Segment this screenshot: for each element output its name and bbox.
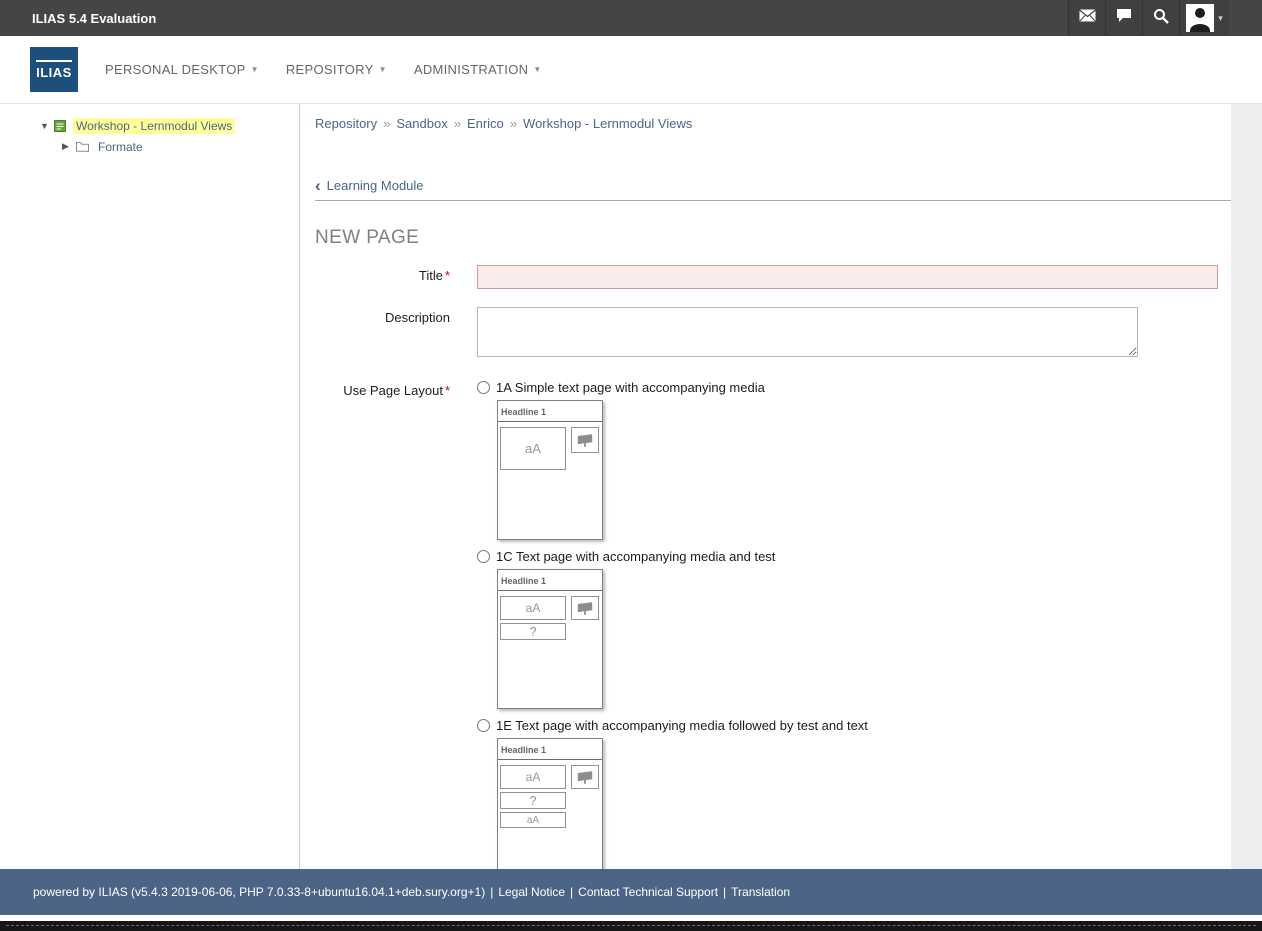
chat-icon xyxy=(1116,8,1132,28)
nav-label: ADMINISTRATION xyxy=(414,62,528,77)
layout-radio-1c[interactable] xyxy=(477,550,490,563)
chevron-down-icon: ▼ xyxy=(533,65,541,74)
nav-repository[interactable]: REPOSITORY ▼ xyxy=(286,62,387,77)
new-page-form: Title* Description xyxy=(315,265,1231,869)
app-title: ILIAS 5.4 Evaluation xyxy=(32,11,156,26)
ilias-logo-text: ILIAS xyxy=(36,60,72,80)
search-icon xyxy=(1153,8,1169,29)
footer-separator: | xyxy=(490,885,493,899)
media-icon xyxy=(571,765,599,789)
layout-thumbnail-1c[interactable]: Headline 1 aA ? xyxy=(497,569,603,709)
avatar xyxy=(1186,4,1214,32)
media-icon xyxy=(571,427,599,453)
chevron-left-icon: ‹ xyxy=(315,180,321,192)
footer-link-legal-notice[interactable]: Legal Notice xyxy=(498,885,565,899)
page-content: Repository » Sandbox » Enrico » Workshop - Ler… xyxy=(300,104,1231,869)
back-link-label: Learning Module xyxy=(327,178,424,193)
repository-tree-sidebar: ▼ Workshop - Lernmodul Views ▶ Formate xyxy=(0,104,300,869)
label-text: Description xyxy=(385,310,450,325)
chat-button[interactable] xyxy=(1105,0,1142,36)
top-bar: ILIAS 5.4 Evaluation ▾ xyxy=(0,0,1262,36)
layout-option-1e: 1E Text page with accompanying media fol… xyxy=(477,718,1231,869)
text-block-placeholder: aA xyxy=(500,427,566,470)
footer: powered by ILIAS (v5.4.3 2019-06-06, PHP… xyxy=(0,869,1262,915)
ilias-logo[interactable]: ILIAS xyxy=(30,47,78,92)
nav-label: PERSONAL DESKTOP xyxy=(105,62,246,77)
form-row-description: Description xyxy=(315,307,1231,362)
tree-item-formate[interactable]: Formate xyxy=(95,139,146,155)
required-marker: * xyxy=(445,268,450,283)
nav-label: REPOSITORY xyxy=(286,62,374,77)
footer-separator: | xyxy=(723,885,726,899)
label-text: Title xyxy=(419,268,443,283)
text-block-placeholder: aA xyxy=(500,596,566,620)
breadcrumb-item[interactable]: Sandbox xyxy=(396,116,447,131)
breadcrumb-item[interactable]: Enrico xyxy=(467,116,504,131)
tree-expand-toggle[interactable]: ▼ xyxy=(40,121,54,131)
folder-icon xyxy=(76,141,90,153)
footer-link-contact-support[interactable]: Contact Technical Support xyxy=(578,885,718,899)
tree-item-workshop[interactable]: Workshop - Lernmodul Views xyxy=(73,118,235,134)
media-icon xyxy=(571,596,599,620)
main-panel: Repository » Sandbox » Enrico » Workshop - Ler… xyxy=(300,104,1262,869)
text-block-placeholder: aA xyxy=(500,812,566,828)
layout-option-label: 1A Simple text page with accompanying me… xyxy=(496,380,765,395)
footer-separator: | xyxy=(570,885,573,899)
bottom-bar xyxy=(0,921,1262,931)
required-marker: * xyxy=(445,383,450,398)
breadcrumb-separator: » xyxy=(454,116,461,131)
footer-link-translation[interactable]: Translation xyxy=(731,885,790,899)
breadcrumb-separator: » xyxy=(510,116,517,131)
text-block-placeholder: aA xyxy=(500,765,566,789)
layout-radio-1a[interactable] xyxy=(477,381,490,394)
chevron-down-icon: ▼ xyxy=(251,65,259,74)
breadcrumb: Repository » Sandbox » Enrico » Workshop - Ler… xyxy=(315,116,1231,131)
divider xyxy=(315,200,1231,201)
topbar-actions: ▾ xyxy=(1068,0,1229,36)
tree-row: ▶ Formate xyxy=(0,136,299,157)
layout-option-1a: 1A Simple text page with accompanying me… xyxy=(477,380,1231,540)
description-textarea[interactable] xyxy=(477,307,1138,357)
layout-radio-row-1e[interactable]: 1E Text page with accompanying media fol… xyxy=(477,718,1231,733)
page-layout-label: Use Page Layout* xyxy=(315,380,450,869)
form-row-title: Title* xyxy=(315,265,1231,289)
thumbnail-headline: Headline 1 xyxy=(498,401,602,422)
chevron-down-icon: ▾ xyxy=(1218,13,1223,24)
powered-by-text: powered by ILIAS (v5.4.3 2019-06-06, PHP… xyxy=(33,885,485,899)
thumbnail-headline: Headline 1 xyxy=(498,739,602,760)
label-text: Use Page Layout xyxy=(343,383,443,398)
form-row-page-layout: Use Page Layout* 1A Simple text page wit… xyxy=(315,380,1231,869)
description-label: Description xyxy=(315,307,450,362)
search-button[interactable] xyxy=(1142,0,1179,36)
content-area: ▼ Workshop - Lernmodul Views ▶ Formate R… xyxy=(0,104,1262,869)
breadcrumb-separator: » xyxy=(383,116,390,131)
layout-radio-row-1a[interactable]: 1A Simple text page with accompanying me… xyxy=(477,380,1231,395)
mail-icon xyxy=(1079,9,1096,27)
question-block-placeholder: ? xyxy=(500,623,566,640)
mail-button[interactable] xyxy=(1068,0,1105,36)
tree-row: ▼ Workshop - Lernmodul Views xyxy=(0,115,299,136)
layout-radio-1e[interactable] xyxy=(477,719,490,732)
nav-personal-desktop[interactable]: PERSONAL DESKTOP ▼ xyxy=(105,62,259,77)
breadcrumb-item[interactable]: Workshop - Lernmodul Views xyxy=(523,116,692,131)
page-title: NEW PAGE xyxy=(315,227,1231,249)
title-input[interactable] xyxy=(477,265,1218,289)
question-block-placeholder: ? xyxy=(500,792,566,809)
main-header: ILIAS PERSONAL DESKTOP ▼ REPOSITORY ▼ AD… xyxy=(0,36,1262,104)
tree-expand-toggle[interactable]: ▶ xyxy=(62,141,76,152)
nav-administration[interactable]: ADMINISTRATION ▼ xyxy=(414,62,542,77)
layout-option-label: 1E Text page with accompanying media fol… xyxy=(496,718,868,733)
layout-thumbnail-1a[interactable]: Headline 1 aA xyxy=(497,400,603,540)
layout-option-1c: 1C Text page with accompanying media and… xyxy=(477,549,1231,709)
learning-module-icon xyxy=(54,120,68,132)
layout-option-label: 1C Text page with accompanying media and… xyxy=(496,549,775,564)
breadcrumb-item[interactable]: Repository xyxy=(315,116,377,131)
back-link-learning-module[interactable]: ‹ Learning Module xyxy=(315,178,424,193)
thumbnail-headline: Headline 1 xyxy=(498,570,602,591)
layout-radio-row-1c[interactable]: 1C Text page with accompanying media and… xyxy=(477,549,1231,564)
layout-thumbnail-1e[interactable]: Headline 1 aA ? aA xyxy=(497,738,603,869)
title-label: Title* xyxy=(315,265,450,289)
user-menu-button[interactable]: ▾ xyxy=(1179,0,1229,36)
chevron-down-icon: ▼ xyxy=(379,65,387,74)
